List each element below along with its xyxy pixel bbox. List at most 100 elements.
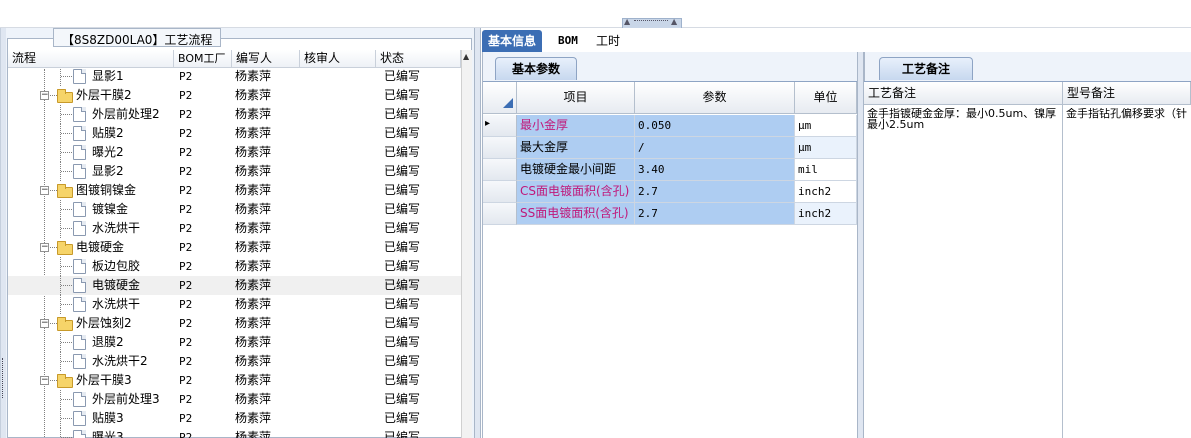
tree-group-row[interactable]: − 外层蚀刻2 P2 杨素萍 已编写 [8,314,461,333]
col-header-model-note[interactable]: 型号备注 [1063,82,1191,105]
process-note-text[interactable]: 金手指镀硬金金厚：最小0.5um、镍厚最小2.5um [867,108,1061,134]
unit-cell[interactable]: inch2 [795,203,857,225]
tab-work-hours[interactable]: 工时 [590,30,626,52]
tree-branch-line [50,380,57,381]
param-cell[interactable]: 2.7 [635,203,795,225]
tab-process-notes[interactable]: 工艺备注 [879,57,974,80]
tab-bom[interactable]: BOM [552,30,584,52]
tree-step-row[interactable]: 贴膜2 P2 杨素萍 已编写 [8,124,461,143]
writer-cell: 杨素萍 [235,278,272,292]
status-cell: 已编写 [384,411,421,425]
item-cell[interactable]: 电镀硬金最小间距 [517,159,635,181]
tree-group-row[interactable]: − 图镀铜镍金 P2 杨素萍 已编写 [8,181,461,200]
unit-cell[interactable]: inch2 [795,181,857,203]
tree-branch-line [61,209,72,210]
grid-row[interactable]: ▸ 最小金厚 0.050 μm [483,115,857,137]
tree-step-row[interactable]: 曝光3 P2 杨素萍 已编写 [8,428,461,438]
tree-node-label: 水洗烘干2 [92,354,148,368]
tree-branch-line [61,342,72,343]
grid-col-param[interactable]: 参数 [635,82,795,114]
col-header-flow[interactable]: 流程 [8,50,174,68]
param-cell[interactable]: 0.050 [635,115,795,137]
collapse-toggle-icon[interactable]: − [40,243,49,252]
tree-step-row[interactable]: 镀镍金 P2 杨素萍 已编写 [8,200,461,219]
left-middle-splitter[interactable] [474,28,481,438]
grid-col-unit[interactable]: 单位 [795,82,857,114]
tree-step-row[interactable]: 退膜2 P2 杨素萍 已编写 [8,333,461,352]
tree-group-row[interactable]: − 外层干膜2 P2 杨素萍 已编写 [8,86,461,105]
document-icon [73,221,86,236]
grid-col-item[interactable]: 项目 [517,82,635,114]
grid-row[interactable]: 最大金厚 / μm [483,137,857,159]
top-splitter[interactable]: ▲ ▲ [0,0,1191,28]
middle-right-splitter[interactable] [857,52,864,438]
row-header[interactable] [483,203,517,225]
writer-cell: 杨素萍 [235,392,272,406]
tree-step-row[interactable]: 水洗烘干2 P2 杨素萍 已编写 [8,352,461,371]
tree-step-row[interactable]: 显影2 P2 杨素萍 已编写 [8,162,461,181]
row-header[interactable]: ▸ [483,115,517,137]
item-cell[interactable]: SS面电镀面积(含孔) [517,203,635,225]
scroll-up-icon[interactable]: ▲ [463,52,469,61]
grip-dots-icon [634,20,668,23]
row-header[interactable] [483,137,517,159]
tree-node-label: 板边包胶 [92,259,141,273]
tree-node-label: 图镀铜镍金 [76,183,137,197]
tree-step-row[interactable]: 外层前处理3 P2 杨素萍 已编写 [8,390,461,409]
bom-cell: P2 [179,412,193,425]
model-note-text[interactable]: 金手指钻孔偏移要求（针 [1066,108,1191,122]
tree-group-row[interactable]: − 外层干膜3 P2 杨素萍 已编写 [8,371,461,390]
document-icon [73,297,86,312]
tree-step-row[interactable]: 显影1 P2 杨素萍 已编写 [8,69,461,86]
tree-group-row[interactable]: − 电镀硬金 P2 杨素萍 已编写 [8,238,461,257]
document-icon [73,430,86,438]
row-header[interactable] [483,159,517,181]
tab-basic-info[interactable]: 基本信息 [482,30,543,52]
tree-node-label: 曝光2 [92,145,124,159]
collapse-toggle-icon[interactable]: − [40,319,49,328]
tree-step-row[interactable]: 外层前处理2 P2 杨素萍 已编写 [8,105,461,124]
unit-cell[interactable]: μm [795,137,857,159]
grid-row[interactable]: 电镀硬金最小间距 3.40 mil [483,159,857,181]
tree-step-row[interactable]: 曝光2 P2 杨素萍 已编写 [8,143,461,162]
item-cell[interactable]: CS面电镀面积(含孔) [517,181,635,203]
col-header-bom[interactable]: BOM工厂 [174,50,232,68]
tree-step-row[interactable]: 电镀硬金 P2 杨素萍 已编写 [8,276,461,295]
tree-node-label: 外层干膜2 [76,88,132,102]
status-cell: 已编写 [384,107,421,121]
tree-step-row[interactable]: 水洗烘干 P2 杨素萍 已编写 [8,295,461,314]
item-cell[interactable]: 最大金厚 [517,137,635,159]
params-grid[interactable]: 项目 参数 单位 ▸ 最小金厚 0.050 μm 最大金厚 / μm 电镀硬金最小间距 3.40… [483,81,857,438]
writer-cell: 杨素萍 [235,335,272,349]
writer-cell: 杨素萍 [235,183,272,197]
row-header[interactable] [483,181,517,203]
tree-step-row[interactable]: 水洗烘干 P2 杨素萍 已编写 [8,219,461,238]
unit-cell[interactable]: μm [795,115,857,137]
process-tree[interactable]: 显影1 P2 杨素萍 已编写 − 外层干膜2 P2 杨素萍 已编写 外层前处理2 P2 杨素萍 已编写贴… [8,69,461,438]
collapse-toggle-icon[interactable]: − [40,376,49,385]
tree-node-label: 退膜2 [92,335,124,349]
col-header-writer[interactable]: 编写人 [232,50,300,68]
unit-cell[interactable]: mil [795,159,857,181]
left-collapse-splitter[interactable] [0,28,6,438]
param-cell[interactable]: / [635,137,795,159]
col-header-process-note[interactable]: 工艺备注 [864,82,1063,105]
param-cell[interactable]: 2.7 [635,181,795,203]
collapse-toggle-icon[interactable]: − [40,186,49,195]
tree-step-row[interactable]: 贴膜3 P2 杨素萍 已编写 [8,409,461,428]
item-cell[interactable]: 最小金厚 [517,115,635,137]
col-header-reviewer[interactable]: 核审人 [300,50,376,68]
bom-cell: P2 [179,203,193,216]
collapse-arrow-icon[interactable]: ▲ [671,18,677,26]
param-cell[interactable]: 3.40 [635,159,795,181]
collapse-toggle-icon[interactable]: − [40,91,49,100]
tree-step-row[interactable]: 板边包胶 P2 杨素萍 已编写 [8,257,461,276]
collapse-arrow-icon[interactable]: ▲ [624,18,630,26]
status-cell: 已编写 [384,202,421,216]
grid-row[interactable]: SS面电镀面积(含孔) 2.7 inch2 [483,203,857,225]
tab-basic-params[interactable]: 基本参数 [495,57,578,80]
writer-cell: 杨素萍 [235,107,272,121]
grid-row[interactable]: CS面电镀面积(含孔) 2.7 inch2 [483,181,857,203]
col-header-status[interactable]: 状态 [376,50,461,68]
tree-scrollbar[interactable]: ▲ [461,50,472,438]
